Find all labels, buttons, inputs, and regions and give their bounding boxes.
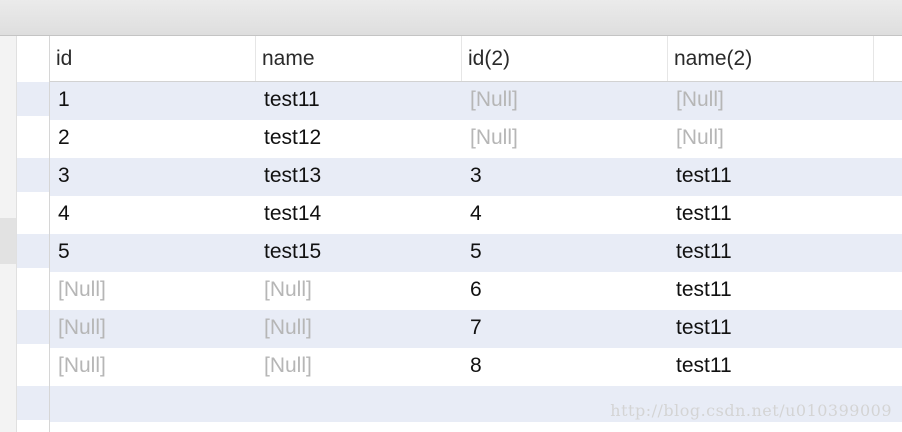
column-header-name[interactable]: name — [256, 36, 462, 81]
table-cell[interactable]: 8 — [470, 348, 482, 386]
table-cell[interactable]: [Null] — [264, 348, 312, 386]
table-cell[interactable]: test11 — [264, 82, 320, 120]
table-cell[interactable]: [Null] — [58, 310, 106, 348]
table-cell[interactable]: [Null] — [58, 272, 106, 310]
row-selector-stripe[interactable] — [17, 82, 49, 116]
table-cell[interactable]: [Null] — [264, 310, 312, 348]
row-selector-stripe[interactable] — [17, 234, 49, 268]
gutter-marker — [0, 218, 16, 264]
table-row[interactable]: [Null] [Null] 8 test11 — [50, 348, 902, 386]
table-cell[interactable]: test14 — [264, 196, 321, 234]
grid-header: id name id(2) name(2) — [50, 36, 902, 82]
table-row[interactable]: 2 test12 [Null] [Null] — [50, 120, 902, 158]
table-cell[interactable]: [Null] — [676, 120, 724, 158]
column-header-name2[interactable]: name(2) — [668, 36, 874, 81]
table-cell[interactable]: test11 — [676, 310, 732, 348]
table-row[interactable]: 5 test15 5 test11 — [50, 234, 902, 272]
table-cell[interactable]: 3 — [470, 158, 482, 196]
table-cell[interactable]: test15 — [264, 234, 321, 272]
table-row[interactable]: [Null] [Null] 6 test11 — [50, 272, 902, 310]
column-header-id[interactable]: id — [50, 36, 256, 81]
table-cell[interactable]: [Null] — [58, 348, 106, 386]
table-cell[interactable]: [Null] — [676, 82, 724, 120]
table-cell[interactable]: [Null] — [470, 120, 518, 158]
table-cell[interactable]: 2 — [58, 120, 70, 158]
table-row[interactable]: 1 test11 [Null] [Null] — [50, 82, 902, 120]
table-cell[interactable]: 4 — [58, 196, 70, 234]
column-header-id2[interactable]: id(2) — [462, 36, 668, 81]
row-selector-column[interactable] — [16, 36, 50, 432]
table-cell[interactable]: test11 — [676, 234, 732, 272]
table-cell[interactable]: test11 — [676, 272, 732, 310]
table-cell[interactable]: 5 — [58, 234, 70, 272]
table-cell[interactable]: 1 — [58, 82, 70, 120]
toolbar — [0, 0, 902, 36]
result-grid: id name id(2) name(2) 1 test11 [Null] [Null… — [50, 36, 902, 432]
table-cell[interactable]: test12 — [264, 120, 321, 158]
table-cell[interactable]: test11 — [676, 348, 732, 386]
table-row[interactable]: 4 test14 4 test11 — [50, 196, 902, 234]
table-row[interactable]: 3 test13 3 test11 — [50, 158, 902, 196]
table-cell[interactable]: 6 — [470, 272, 482, 310]
row-selector-stripe[interactable] — [17, 158, 49, 192]
table-cell[interactable]: 3 — [58, 158, 70, 196]
table-cell[interactable]: test13 — [264, 158, 321, 196]
row-selector-stripe[interactable] — [17, 386, 49, 420]
table-cell[interactable]: 7 — [470, 310, 482, 348]
table-cell[interactable]: [Null] — [470, 82, 518, 120]
table-cell[interactable]: [Null] — [264, 272, 312, 310]
table-cell[interactable]: 4 — [470, 196, 482, 234]
left-gutter — [0, 36, 16, 432]
table-cell[interactable]: test11 — [676, 196, 732, 234]
row-selector-stripe[interactable] — [17, 310, 49, 344]
table-cell[interactable]: test11 — [676, 158, 732, 196]
table-cell[interactable]: 5 — [470, 234, 482, 272]
table-row[interactable]: [Null] [Null] 7 test11 — [50, 310, 902, 348]
watermark: http://blog.csdn.net/u010399009 — [610, 401, 892, 420]
